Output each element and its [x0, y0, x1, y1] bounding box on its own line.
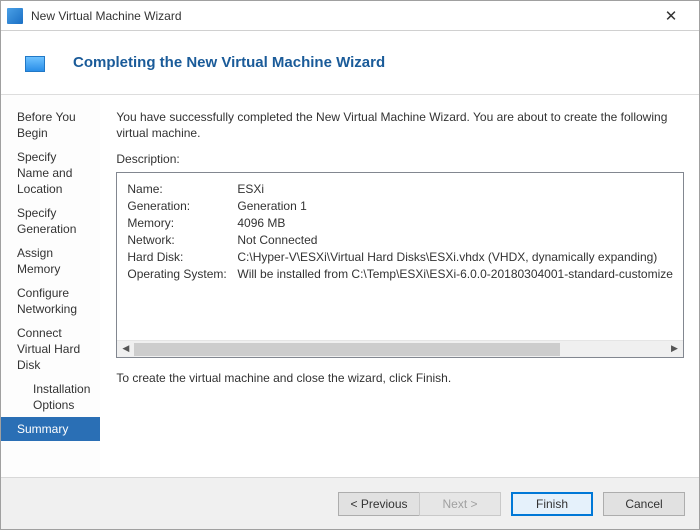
intro-text: You have successfully completed the New … [116, 109, 684, 141]
sidebar-item-specify-generation[interactable]: Specify Generation [1, 201, 100, 241]
summary-hdd-value: C:\Hyper-V\ESXi\Virtual Hard Disks\ESXi.… [237, 249, 657, 266]
scroll-track[interactable] [134, 341, 666, 357]
scroll-right-arrow-icon[interactable]: ▶ [666, 341, 683, 357]
next-button: Next > [419, 492, 501, 516]
banner: Completing the New Virtual Machine Wizar… [1, 31, 699, 95]
sidebar-item-connect-vhd[interactable]: Connect Virtual Hard Disk [1, 321, 100, 377]
monitor-icon [25, 56, 45, 72]
finish-button[interactable]: Finish [511, 492, 593, 516]
summary-gen-value: Generation 1 [237, 198, 306, 215]
sidebar-item-summary[interactable]: Summary [1, 417, 100, 441]
description-box: Name: ESXi Generation: Generation 1 Memo… [116, 172, 684, 358]
nav-button-group: < Previous Next > [338, 492, 501, 516]
summary-name-value: ESXi [237, 181, 264, 198]
summary-mem-value: 4096 MB [237, 215, 285, 232]
summary-net-label: Network: [127, 232, 237, 249]
wizard-window: New Virtual Machine Wizard ✕ Completing … [0, 0, 700, 530]
titlebar: New Virtual Machine Wizard ✕ [1, 1, 699, 31]
close-icon: ✕ [665, 7, 678, 25]
summary-mem-label: Memory: [127, 215, 237, 232]
description-label: Description: [116, 151, 684, 167]
summary-hdd-label: Hard Disk: [127, 249, 237, 266]
summary-name-label: Name: [127, 181, 237, 198]
sidebar-item-assign-memory[interactable]: Assign Memory [1, 241, 100, 281]
sidebar-item-configure-networking[interactable]: Configure Networking [1, 281, 100, 321]
summary-os-value: Will be installed from C:\Temp\ESXi\ESXi… [237, 266, 673, 283]
page-title: Completing the New Virtual Machine Wizar… [73, 54, 385, 71]
summary-row-name: Name: ESXi [127, 181, 673, 198]
sidebar-item-specify-name[interactable]: Specify Name and Location [1, 145, 100, 201]
cancel-button[interactable]: Cancel [603, 492, 685, 516]
summary-row-generation: Generation: Generation 1 [127, 198, 673, 215]
scroll-left-arrow-icon[interactable]: ◀ [117, 341, 134, 357]
close-button[interactable]: ✕ [649, 2, 693, 30]
app-icon [7, 8, 23, 24]
summary-os-label: Operating System: [127, 266, 237, 283]
summary-gen-label: Generation: [127, 198, 237, 215]
summary-row-harddisk: Hard Disk: C:\Hyper-V\ESXi\Virtual Hard … [127, 249, 673, 266]
body: Before You Begin Specify Name and Locati… [1, 95, 699, 477]
main-panel: You have successfully completed the New … [100, 95, 700, 477]
summary-net-value: Not Connected [237, 232, 317, 249]
sidebar-item-before-you-begin[interactable]: Before You Begin [1, 105, 100, 145]
description-content: Name: ESXi Generation: Generation 1 Memo… [117, 173, 683, 340]
window-title: New Virtual Machine Wizard [31, 9, 649, 23]
scroll-thumb[interactable] [134, 343, 559, 356]
summary-row-memory: Memory: 4096 MB [127, 215, 673, 232]
previous-button[interactable]: < Previous [338, 492, 420, 516]
sidebar: Before You Begin Specify Name and Locati… [1, 95, 100, 477]
footer: < Previous Next > Finish Cancel [1, 477, 699, 529]
summary-row-network: Network: Not Connected [127, 232, 673, 249]
horizontal-scrollbar[interactable]: ◀ ▶ [117, 340, 683, 357]
summary-row-os: Operating System: Will be installed from… [127, 266, 673, 283]
sidebar-item-installation-options[interactable]: Installation Options [1, 377, 100, 417]
hint-text: To create the virtual machine and close … [116, 370, 684, 386]
